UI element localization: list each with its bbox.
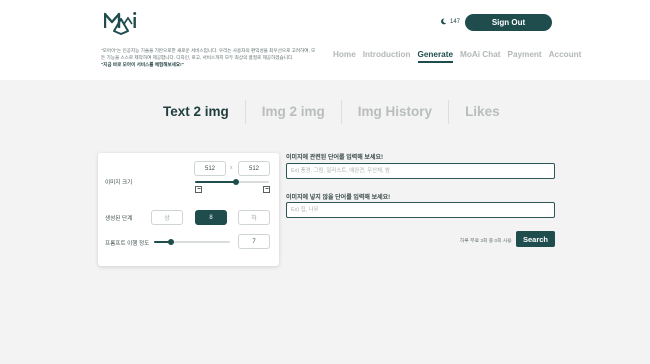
nav-home[interactable]: Home [333,50,356,63]
size-slider-fill [195,181,236,183]
positive-prompt-label: 이미지에 관련된 단어를 입력해 보세요! [286,155,383,161]
credit-indicator: 147 [440,18,460,25]
intro-text: "모아이"는 인공지능 기술을 기반으로한 새로운 서비스입니다. 우리는 사용… [101,48,316,61]
nav-payment[interactable]: Payment [507,50,541,63]
negative-prompt-input[interactable] [286,202,555,218]
size-slider-handle[interactable] [232,178,239,185]
steps-high-button[interactable]: 상 [151,210,183,225]
tab-img-history[interactable]: Img History [342,100,448,124]
nav-moai-chat[interactable]: MoAi Chat [460,50,500,63]
steps-label: 생성된 단계 [105,216,133,222]
sign-out-button[interactable]: Sign Out [465,14,552,31]
prompt-fidelity-slider[interactable] [154,238,230,245]
search-button[interactable]: Search [516,231,555,247]
large-image-icon [263,186,270,193]
credit-count: 147 [450,18,461,25]
moai-logo[interactable] [104,10,138,36]
height-input[interactable]: 512 [238,161,270,176]
intro-cta: "지금 바로 모아이 서비스를 체험해보세요!" [101,62,184,68]
generate-tabs: Text 2 img Img 2 img Img History Likes [147,100,516,124]
nav-introduction[interactable]: Introduction [363,50,411,63]
positive-prompt-input[interactable] [286,163,555,179]
steps-selected-button[interactable]: 8 [195,210,227,225]
tab-likes[interactable]: Likes [449,100,516,124]
tab-text-2-img[interactable]: Text 2 img [147,100,245,124]
prompt-fidelity-handle[interactable] [167,238,174,245]
header: "모아이"는 인공지능 기술을 기반으로한 새로운 서비스입니다. 우리는 사용… [0,0,650,80]
main-nav: Home Introduction Generate MoAi Chat Pay… [333,50,581,63]
prompt-fidelity-label: 프롬프트 이행 정도 [105,241,150,247]
usage-hint: 하루 무료 3회 중 0회 사용 [460,239,512,244]
steps-low-button[interactable]: 하 [238,210,270,225]
settings-panel: 이미지 크기 512 x 512 생성된 단계 상 8 하 프롬프트 이행 정도… [98,153,279,266]
negative-prompt-label: 이미지에 넣지 않을 단어를 입력해 보세요! [286,195,391,201]
tab-img-2-img[interactable]: Img 2 img [246,100,341,124]
size-separator: x [230,165,233,171]
moon-icon [441,18,447,25]
intro-description: "모아이"는 인공지능 기술을 기반으로한 새로운 서비스입니다. 우리는 사용… [101,47,319,68]
width-input[interactable]: 512 [194,161,226,176]
nav-account[interactable]: Account [549,50,582,63]
small-image-icon [195,186,202,193]
prompt-fidelity-input[interactable]: 7 [238,234,270,249]
size-slider[interactable] [195,178,269,185]
nav-generate[interactable]: Generate [417,50,453,63]
image-size-label: 이미지 크기 [105,180,133,186]
